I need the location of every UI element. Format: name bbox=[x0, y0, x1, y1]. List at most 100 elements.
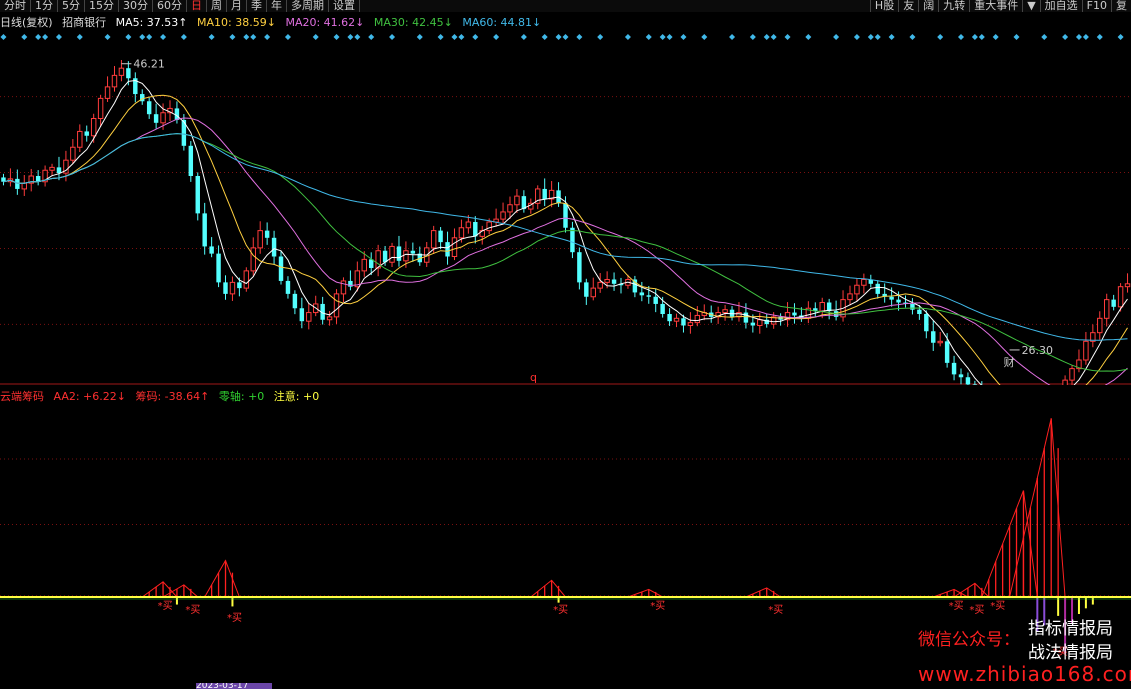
candle-body bbox=[667, 314, 672, 322]
candle-body bbox=[507, 204, 513, 213]
ma20-line bbox=[3, 117, 1128, 385]
signal-diamond bbox=[229, 34, 236, 40]
ind-red-peak bbox=[204, 559, 240, 598]
candle-body bbox=[1069, 368, 1075, 381]
candle-body bbox=[271, 237, 277, 257]
candle-body bbox=[104, 86, 111, 99]
candle-body bbox=[673, 317, 680, 322]
signal-diamond bbox=[146, 34, 153, 40]
candle-body bbox=[126, 68, 131, 79]
ind-red-peak bbox=[953, 582, 990, 598]
tab-1[interactable]: 1分 bbox=[31, 0, 58, 12]
signal-diamond bbox=[333, 34, 340, 40]
signal-diamond bbox=[347, 34, 354, 40]
signal-diamond bbox=[284, 34, 291, 40]
tool-3[interactable]: 九转 bbox=[938, 0, 969, 12]
signal-diamond bbox=[243, 34, 250, 40]
candle-body bbox=[333, 293, 340, 318]
signal-diamond bbox=[451, 34, 458, 40]
signal-diamond bbox=[562, 34, 569, 40]
candle-body bbox=[84, 131, 89, 136]
candle-body bbox=[209, 246, 214, 254]
candle-body bbox=[597, 281, 603, 289]
candle-body bbox=[250, 247, 256, 272]
ind-red-peak bbox=[745, 587, 781, 598]
candle-body bbox=[847, 293, 853, 301]
candlestick-chart[interactable]: 46.21 26.30 财 q bbox=[0, 30, 1131, 385]
candle-body bbox=[146, 101, 152, 115]
candle-body bbox=[451, 237, 458, 257]
signal-diamond bbox=[770, 34, 777, 40]
ma60-label: MA60: 44.81↓ bbox=[462, 16, 542, 29]
tool-8[interactable]: 复 bbox=[1111, 0, 1131, 12]
signal-diamond bbox=[1041, 34, 1048, 40]
stock-name[interactable]: 招商银行 bbox=[62, 16, 106, 29]
candle-body bbox=[924, 314, 929, 332]
tool-0[interactable]: H股 bbox=[869, 0, 898, 12]
tool-5[interactable]: ▼ bbox=[1022, 0, 1039, 12]
candle-body bbox=[660, 303, 665, 314]
tab-3[interactable]: 15分 bbox=[85, 0, 119, 12]
signal-diamond bbox=[139, 34, 146, 40]
signal-diamond bbox=[971, 34, 978, 40]
candle-body bbox=[229, 281, 236, 295]
candle-body bbox=[604, 279, 610, 283]
candle-body bbox=[35, 176, 41, 182]
signal-diamond bbox=[874, 34, 881, 40]
signal-diamond bbox=[1013, 34, 1020, 40]
signal-diamond bbox=[659, 34, 666, 40]
candle-body bbox=[792, 312, 797, 316]
tab-5[interactable]: 60分 bbox=[153, 0, 187, 12]
signal-diamond bbox=[416, 34, 423, 40]
ma5-label: MA5: 37.53↑ bbox=[115, 16, 188, 29]
tool-4[interactable]: 重大事件 bbox=[969, 0, 1022, 12]
candle-body bbox=[1097, 317, 1103, 334]
ma20-label: MA20: 41.62↓ bbox=[285, 16, 365, 29]
tab-4[interactable]: 30分 bbox=[119, 0, 153, 12]
signal-diamond bbox=[458, 34, 465, 40]
tab-12[interactable]: 设置 bbox=[329, 0, 360, 12]
tab-10[interactable]: 年 bbox=[267, 0, 287, 12]
candle-body bbox=[722, 309, 728, 314]
candle-body bbox=[174, 108, 180, 120]
watermark-name1: 指标情报局 bbox=[1028, 619, 1113, 639]
candle-body bbox=[958, 374, 964, 378]
tab-11[interactable]: 多周期 bbox=[287, 0, 329, 12]
candle-body bbox=[188, 145, 194, 176]
candle-body bbox=[118, 67, 125, 76]
tool-2[interactable]: 阔 bbox=[918, 0, 938, 12]
candle-body bbox=[743, 312, 749, 323]
candle-body bbox=[97, 97, 104, 119]
ind-red-peak bbox=[627, 588, 663, 598]
signal-diamond bbox=[312, 34, 319, 40]
tab-8[interactable]: 月 bbox=[227, 0, 247, 12]
candle-body bbox=[410, 250, 416, 254]
candle-body bbox=[430, 230, 437, 249]
tab-2[interactable]: 5分 bbox=[58, 0, 85, 12]
tab-6[interactable]: 日 bbox=[187, 0, 207, 12]
signal-diamond bbox=[208, 34, 215, 40]
tool-6[interactable]: 加自选 bbox=[1039, 0, 1082, 12]
tab-7[interactable]: 周 bbox=[207, 0, 227, 12]
candle-body bbox=[278, 256, 284, 281]
candle-body bbox=[944, 341, 950, 363]
candle-body bbox=[570, 227, 575, 253]
signal-diamond bbox=[978, 34, 985, 40]
candle-body bbox=[611, 279, 617, 284]
candle-body bbox=[299, 308, 305, 322]
tab-9[interactable]: 季 bbox=[247, 0, 267, 12]
watermark-url: www.zhibiao168.com bbox=[918, 662, 1131, 686]
candle-body bbox=[681, 318, 686, 326]
candle-body bbox=[465, 221, 472, 229]
tab-0[interactable]: 分时 bbox=[0, 0, 31, 12]
signal-diamond bbox=[76, 34, 83, 40]
candle-body bbox=[396, 246, 402, 261]
signal-diamond bbox=[180, 34, 187, 40]
low-value-text: 26.30 bbox=[1022, 344, 1054, 357]
tool-7[interactable]: F10 bbox=[1081, 0, 1111, 12]
candle-body bbox=[223, 282, 228, 294]
candle-body bbox=[403, 250, 409, 262]
top-toolbar: 分时 1分 5分 15分 30分 60分日周月季年多周期 设置 H股友阔九转 重大事件 ▼ 加自选… bbox=[0, 0, 1131, 12]
tool-1[interactable]: 友 bbox=[898, 0, 918, 12]
candle-body bbox=[340, 280, 347, 295]
